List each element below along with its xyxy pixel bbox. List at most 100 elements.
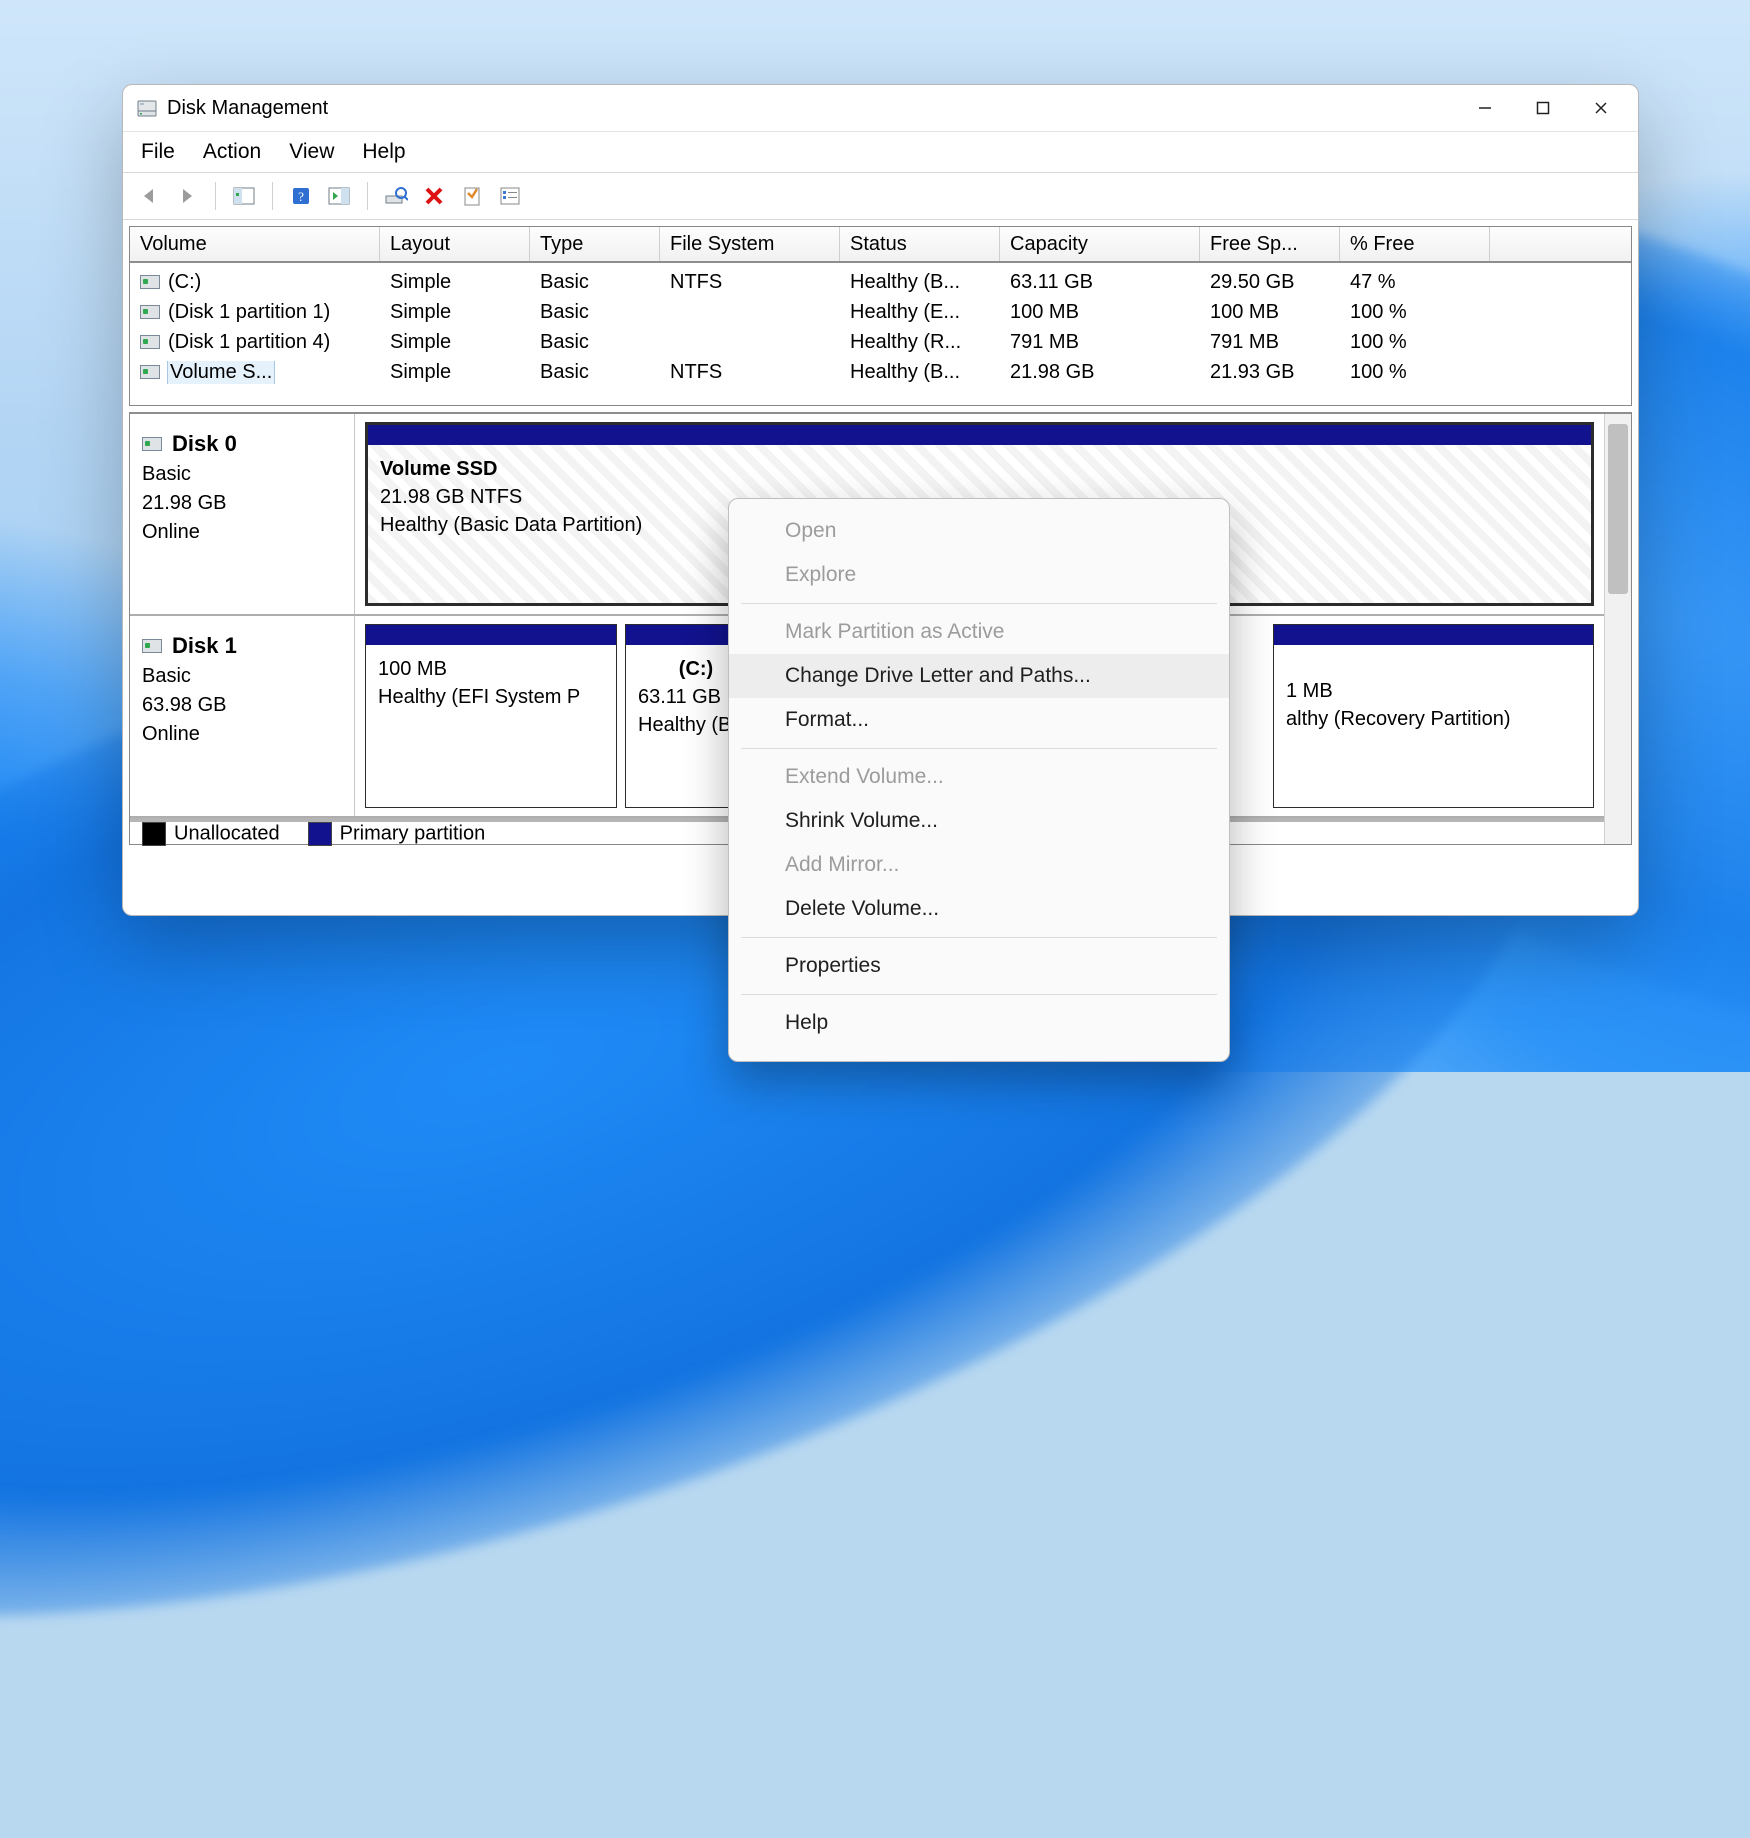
volume-pct: 47 % — [1340, 271, 1490, 294]
volume-type: Basic — [530, 361, 660, 384]
drive-icon — [142, 437, 162, 451]
volume-capacity: 100 MB — [1000, 301, 1200, 324]
svg-text:?: ? — [298, 189, 304, 204]
volume-type: Basic — [530, 271, 660, 294]
list-icon[interactable] — [496, 182, 524, 210]
context-format[interactable]: Format... — [729, 698, 1229, 742]
drive-icon — [142, 639, 162, 653]
column-filesystem[interactable]: File System — [660, 227, 840, 261]
volume-name: (C:) — [168, 271, 201, 294]
legend-primary: Primary partition — [340, 822, 486, 844]
column-volume[interactable]: Volume — [130, 227, 380, 261]
partition-line2: Healthy (EFI System P — [378, 683, 604, 711]
volume-table: Volume Layout Type File System Status Ca… — [129, 226, 1632, 406]
volume-pct: 100 % — [1340, 331, 1490, 354]
column-type[interactable]: Type — [530, 227, 660, 261]
table-row[interactable]: (C:) Simple Basic NTFS Healthy (B... 63.… — [130, 267, 1631, 297]
column-layout[interactable]: Layout — [380, 227, 530, 261]
volume-pct: 100 % — [1340, 301, 1490, 324]
window-title: Disk Management — [167, 97, 328, 120]
disk-info[interactable]: Disk 0 Basic 21.98 GB Online — [130, 414, 355, 614]
disk-type: Basic — [142, 662, 342, 691]
volume-name: Volume S... — [168, 361, 274, 384]
help-icon[interactable]: ? — [287, 182, 315, 210]
partition-header — [1274, 625, 1593, 645]
volume-status: Healthy (B... — [840, 361, 1000, 384]
back-icon[interactable] — [135, 182, 163, 210]
volume-layout: Simple — [380, 271, 530, 294]
drive-icon — [140, 335, 160, 349]
menu-file[interactable]: File — [141, 140, 175, 164]
volume-capacity: 63.11 GB — [1000, 271, 1200, 294]
drive-icon — [140, 305, 160, 319]
context-change-drive-letter[interactable]: Change Drive Letter and Paths... — [729, 654, 1229, 698]
disk-title: Disk 0 — [172, 428, 237, 460]
volume-name: (Disk 1 partition 1) — [168, 301, 330, 324]
disk-info[interactable]: Disk 1 Basic 63.98 GB Online — [130, 616, 355, 816]
volume-name: (Disk 1 partition 4) — [168, 331, 330, 354]
partition-line1: 100 MB — [378, 655, 604, 683]
menu-action[interactable]: Action — [203, 140, 261, 164]
show-hide-console-tree-icon[interactable] — [230, 182, 258, 210]
toolbar-separator — [215, 182, 216, 210]
context-delete-volume[interactable]: Delete Volume... — [729, 887, 1229, 931]
scrollbar-thumb[interactable] — [1608, 424, 1628, 594]
close-button[interactable] — [1572, 88, 1630, 128]
volume-status: Healthy (B... — [840, 271, 1000, 294]
forward-icon[interactable] — [173, 182, 201, 210]
delete-icon[interactable] — [420, 182, 448, 210]
disk-type: Basic — [142, 460, 342, 489]
context-help[interactable]: Help — [729, 1001, 1229, 1045]
partition-efi[interactable]: 100 MB Healthy (EFI System P — [365, 624, 617, 808]
table-row[interactable]: (Disk 1 partition 4) Simple Basic Health… — [130, 327, 1631, 357]
disk-title: Disk 1 — [172, 630, 237, 662]
toolbar-separator — [367, 182, 368, 210]
legend-unallocated: Unallocated — [174, 822, 280, 844]
volume-free: 29.50 GB — [1200, 271, 1340, 294]
show-hide-action-pane-icon[interactable] — [325, 182, 353, 210]
column-capacity[interactable]: Capacity — [1000, 227, 1200, 261]
minimize-button[interactable] — [1456, 88, 1514, 128]
volume-free: 100 MB — [1200, 301, 1340, 324]
partition-line1: 1 MB — [1286, 677, 1581, 705]
context-mark-active: Mark Partition as Active — [729, 610, 1229, 654]
drive-icon — [140, 275, 160, 289]
disk-state: Online — [142, 518, 342, 547]
table-row[interactable]: (Disk 1 partition 1) Simple Basic Health… — [130, 297, 1631, 327]
menu-view[interactable]: View — [289, 140, 334, 164]
context-properties[interactable]: Properties — [729, 944, 1229, 988]
vertical-scrollbar[interactable] — [1604, 414, 1631, 844]
volume-pct: 100 % — [1340, 361, 1490, 384]
column-status[interactable]: Status — [840, 227, 1000, 261]
volume-type: Basic — [530, 331, 660, 354]
partition-title: Volume SSD — [380, 455, 1579, 483]
volume-fs: NTFS — [660, 361, 840, 384]
context-separator — [741, 937, 1217, 938]
table-row[interactable]: Volume S... Simple Basic NTFS Healthy (B… — [130, 357, 1631, 387]
legend-swatch-unallocated — [142, 822, 166, 846]
menu-help[interactable]: Help — [362, 140, 405, 164]
volume-capacity: 21.98 GB — [1000, 361, 1200, 384]
titlebar[interactable]: Disk Management — [123, 85, 1638, 132]
context-menu: Open Explore Mark Partition as Active Ch… — [728, 498, 1230, 1062]
settings-icon[interactable] — [382, 182, 410, 210]
toolbar: ? — [123, 173, 1638, 220]
context-shrink-volume[interactable]: Shrink Volume... — [729, 799, 1229, 843]
drive-icon — [140, 365, 160, 379]
context-separator — [741, 603, 1217, 604]
disk-size: 21.98 GB — [142, 489, 342, 518]
partition-title — [1286, 655, 1581, 677]
context-add-mirror: Add Mirror... — [729, 843, 1229, 887]
properties-icon[interactable] — [458, 182, 486, 210]
column-free-space[interactable]: Free Sp... — [1200, 227, 1340, 261]
maximize-button[interactable] — [1514, 88, 1572, 128]
toolbar-separator — [272, 182, 273, 210]
volume-layout: Simple — [380, 331, 530, 354]
app-icon — [137, 98, 157, 118]
context-separator — [741, 748, 1217, 749]
volume-capacity: 791 MB — [1000, 331, 1200, 354]
partition-header — [368, 425, 1591, 445]
disk-size: 63.98 GB — [142, 691, 342, 720]
partition-recovery[interactable]: 1 MB althy (Recovery Partition) — [1273, 624, 1594, 808]
column-percent-free[interactable]: % Free — [1340, 227, 1490, 261]
